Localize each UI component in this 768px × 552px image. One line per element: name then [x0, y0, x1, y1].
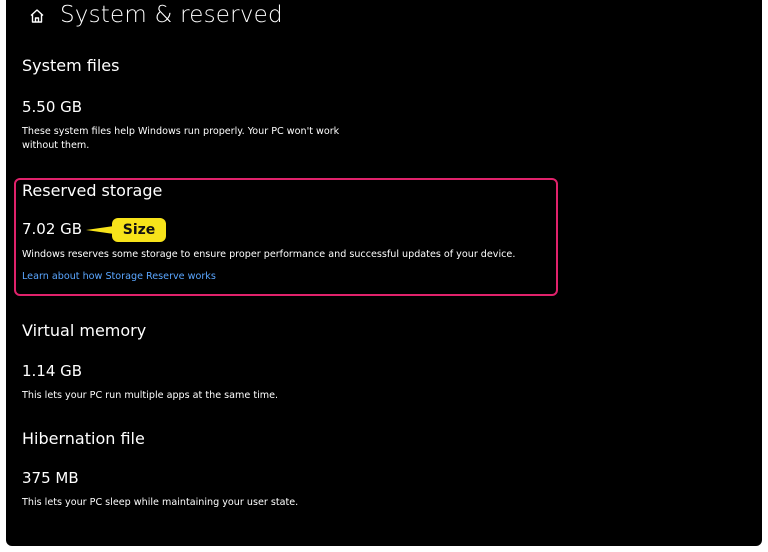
page-header: System & reserved	[28, 0, 283, 30]
hibernation-file-section: Hibernation file	[22, 429, 145, 448]
reserved-storage-description: Windows reserves some storage to ensure …	[22, 249, 516, 260]
virtual-memory-section: Virtual memory	[22, 321, 146, 340]
size-callout: Size	[112, 218, 166, 242]
virtual-memory-description: This lets your PC run multiple apps at t…	[22, 390, 279, 401]
hibernation-file-description: This lets your PC sleep while maintainin…	[22, 497, 299, 508]
reserved-storage-size: 7.02 GB	[22, 220, 83, 238]
section-title: Virtual memory	[22, 321, 147, 340]
description-line: without them.	[22, 140, 90, 151]
hibernation-file-size: 375 MB	[22, 469, 79, 487]
section-title: Reserved storage	[22, 181, 163, 200]
system-files-section: System files	[22, 56, 119, 75]
page-title: System & reserved	[60, 2, 283, 28]
callout-pointer	[86, 226, 114, 234]
section-title: Hibernation file	[22, 429, 145, 448]
system-files-description: These system files help Windows run prop…	[22, 125, 339, 153]
description-line: These system files help Windows run prop…	[22, 126, 340, 137]
settings-window: System & reserved System files 5.50 GB T…	[6, 0, 762, 546]
section-title: System files	[22, 56, 120, 75]
reserved-storage-section: Reserved storage	[22, 181, 162, 200]
system-files-size: 5.50 GB	[22, 98, 83, 116]
virtual-memory-size: 1.14 GB	[22, 362, 83, 380]
storage-reserve-link[interactable]: Learn about how Storage Reserve works	[22, 271, 216, 282]
home-icon[interactable]	[28, 7, 46, 25]
